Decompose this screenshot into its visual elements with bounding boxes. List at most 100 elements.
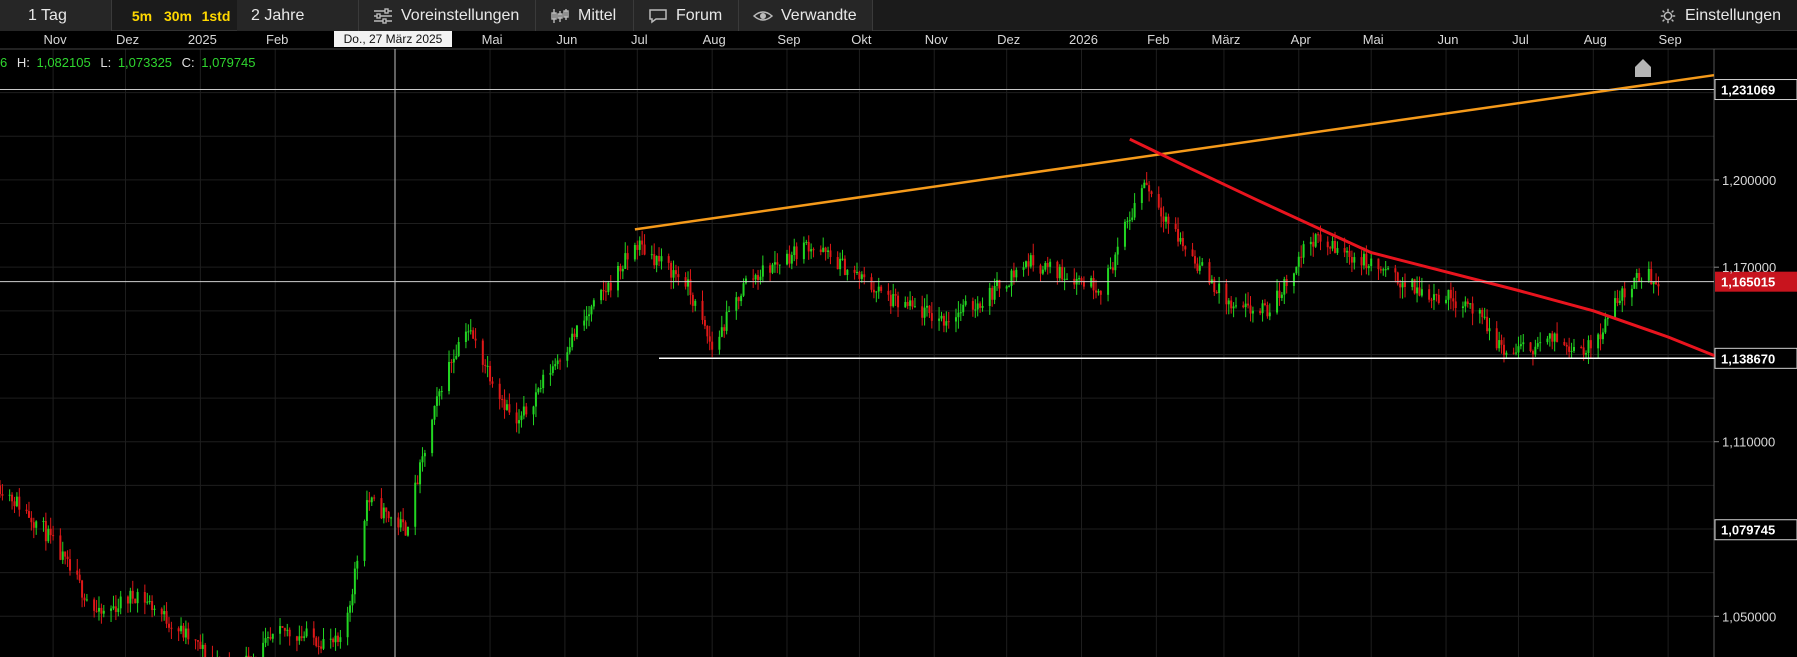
candle-up <box>1604 319 1607 333</box>
month-label: Nov <box>44 32 68 47</box>
candle-down <box>1582 347 1585 355</box>
candle-up <box>1143 182 1146 189</box>
candle-down <box>491 381 494 384</box>
candle-down <box>385 507 388 512</box>
candle-up <box>988 287 991 306</box>
candle-up <box>406 526 409 536</box>
timeframe-5m[interactable]: 5m <box>128 0 156 31</box>
candle-down <box>858 271 861 279</box>
candle-down <box>626 253 629 260</box>
price-chart[interactable]: Nov Dez 2025 Feb Mai Jun Jul Aug Sep Okt Nov Dez 202… <box>0 31 1797 657</box>
candle-up <box>47 528 50 542</box>
candle-up <box>363 520 366 561</box>
candle-up <box>785 253 788 265</box>
candle-down <box>836 257 839 270</box>
candle-down <box>312 628 315 638</box>
candle-up <box>761 265 764 277</box>
candle-up <box>600 290 603 301</box>
candle-up <box>153 608 156 610</box>
candle-up <box>184 628 187 638</box>
candle-up <box>607 282 610 293</box>
candle-down <box>402 519 405 523</box>
presets-button[interactable]: Voreinstellungen <box>359 0 536 31</box>
candle-down <box>1531 351 1534 355</box>
month-label: Okt <box>851 32 872 47</box>
candle-down <box>165 611 168 624</box>
candle-up <box>346 612 349 638</box>
related-button[interactable]: Verwandte <box>739 0 873 31</box>
settings-button[interactable]: Einstellungen <box>1657 0 1797 31</box>
candle-up <box>592 300 595 307</box>
candle-up <box>583 320 586 326</box>
candle-up <box>1314 234 1317 247</box>
candle-down <box>706 325 709 337</box>
candle-down <box>160 608 163 615</box>
candle-down <box>1502 344 1505 355</box>
candle-down <box>1333 240 1336 253</box>
candle-up <box>339 637 342 642</box>
candle-down <box>1247 303 1250 306</box>
candle-down <box>880 286 883 291</box>
candle-down <box>404 522 407 536</box>
candle-down <box>1495 328 1498 349</box>
candle-up <box>1090 278 1093 287</box>
candle-up <box>1621 288 1624 301</box>
candle-up <box>1488 328 1491 332</box>
candle-up <box>1539 342 1542 344</box>
svg-text:6 H: 1,082105: 6 H: 1,082105 L: 1,073325 C: 1,079745 <box>0 55 256 70</box>
candle-down <box>1428 289 1431 300</box>
interval-dropdown[interactable]: 1 Tag <box>0 0 112 31</box>
candle-up <box>793 246 796 256</box>
candle-down <box>187 628 190 640</box>
candle-up <box>370 497 373 503</box>
timeframe-1std[interactable]: 1std <box>199 0 233 31</box>
candle-up <box>585 316 588 321</box>
candle-down <box>83 597 86 601</box>
candle-up <box>1041 269 1044 274</box>
crosshair-date-label: Do., 27 März 2025 <box>344 32 443 46</box>
candle-up <box>455 355 458 359</box>
candle-up <box>759 276 762 281</box>
candle-down <box>1500 340 1503 345</box>
ohlc-close-label: C: <box>182 55 195 70</box>
timeframe-30m[interactable]: 30m <box>161 0 195 31</box>
candle-down <box>674 270 677 275</box>
candle-up <box>1597 334 1600 349</box>
candle-down <box>167 623 170 628</box>
candle-down <box>52 535 55 537</box>
candle-down <box>474 338 477 341</box>
price-marker-label: 1,138670 <box>1721 351 1775 366</box>
candle-down <box>177 628 180 632</box>
candle-up <box>566 352 569 361</box>
price-marker-label: 1,079745 <box>1721 523 1775 538</box>
range-dropdown[interactable]: 2 Jahre <box>237 0 359 31</box>
candle-up <box>505 404 508 410</box>
candle-up <box>1370 258 1373 267</box>
forum-button[interactable]: Forum <box>634 0 739 31</box>
candle-down <box>979 303 982 308</box>
candle-down <box>1230 300 1233 309</box>
candle-down <box>863 274 866 278</box>
candle-up <box>621 268 624 272</box>
price-tick-label: 1,200000 <box>1722 173 1776 188</box>
candle-up <box>148 601 151 603</box>
candle-down <box>604 291 607 293</box>
candle-up <box>518 420 521 424</box>
average-button[interactable]: Mittel <box>536 0 634 31</box>
candle-up <box>810 249 813 252</box>
candle-up <box>522 406 525 416</box>
candle-up <box>431 419 434 454</box>
candle-down <box>380 498 383 519</box>
candle-down <box>13 501 16 507</box>
candle-up <box>827 250 830 252</box>
candle-down <box>897 295 900 308</box>
candle-up <box>981 305 984 308</box>
candle-up <box>305 628 308 637</box>
candle-down <box>315 637 318 646</box>
candle-up <box>1353 257 1356 263</box>
candle-down <box>503 399 506 410</box>
candle-up <box>146 601 149 603</box>
candle-down <box>387 511 390 519</box>
candle-up <box>1336 248 1339 253</box>
candles-icon <box>551 8 569 23</box>
